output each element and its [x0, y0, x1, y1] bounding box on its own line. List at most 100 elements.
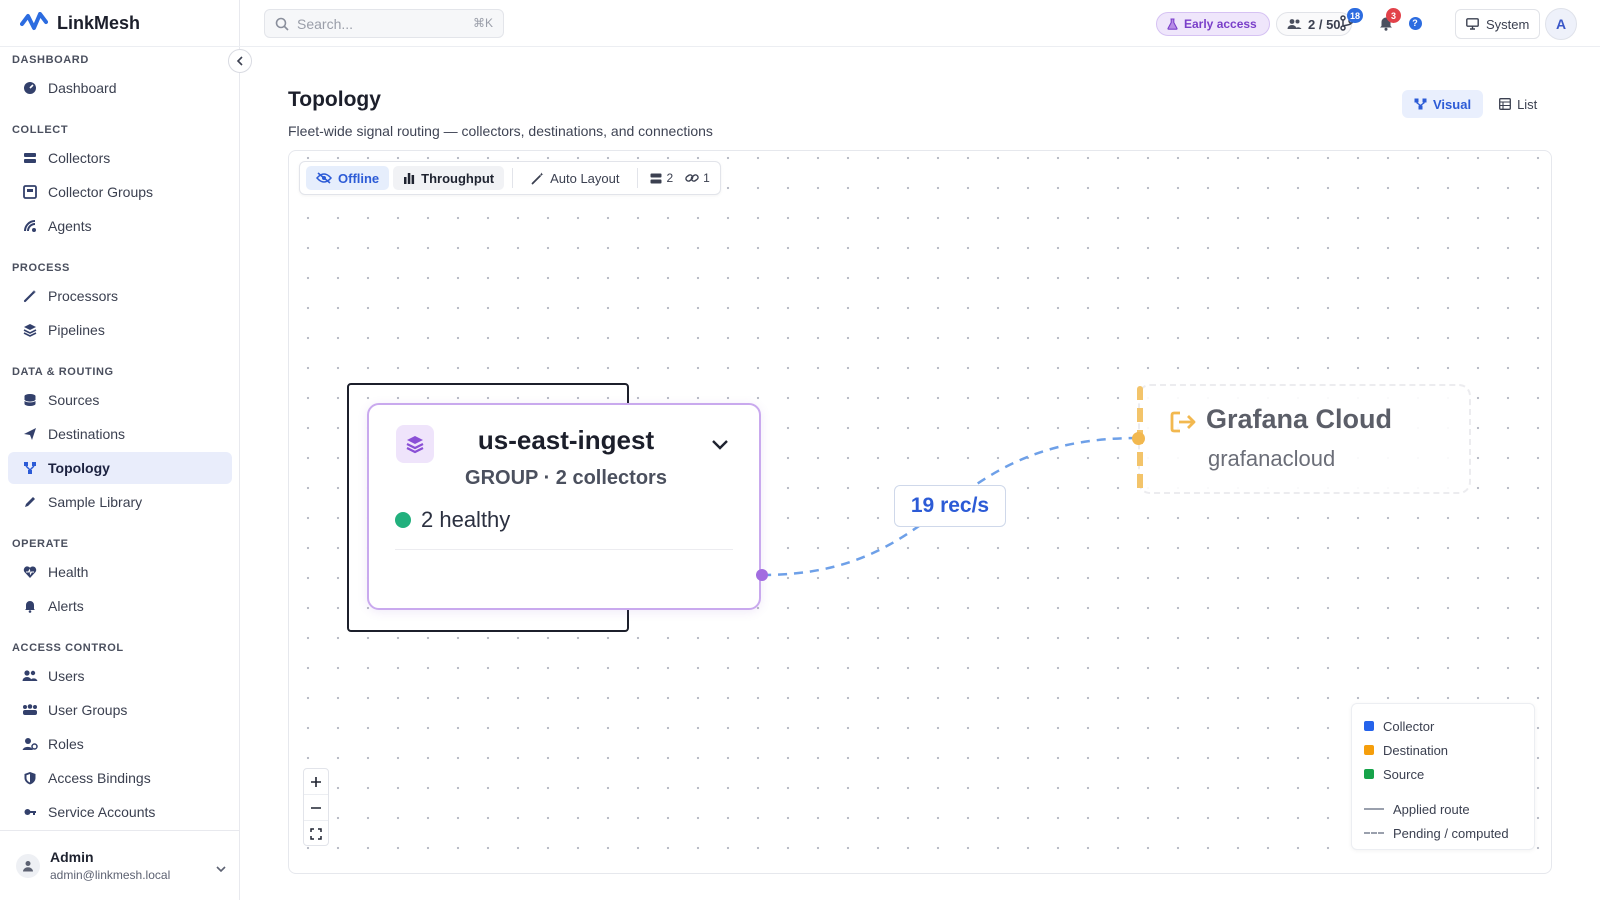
sidebar-item-label: Access Bindings	[48, 770, 151, 786]
sidebar-item-service-accounts[interactable]: Service Accounts	[8, 796, 232, 828]
group-subtitle: GROUP · 2 collectors	[465, 467, 667, 489]
view-visual-button[interactable]: Visual	[1402, 90, 1484, 118]
sidebar-item-collector-groups[interactable]: Collector Groups	[8, 176, 232, 208]
view-list-label: List	[1517, 96, 1538, 112]
sidebar-item-dashboard[interactable]: Dashboard	[8, 72, 232, 104]
sidebar-item-sources[interactable]: Sources	[8, 384, 232, 416]
heart-pulse-icon	[22, 564, 38, 580]
legend-collector: Collector	[1364, 714, 1522, 738]
sidebar-nav: DASHBOARD Dashboard COLLECT Collectors C…	[8, 50, 232, 828]
role-icon	[22, 736, 38, 752]
nav-section-collect: COLLECT	[12, 124, 69, 136]
user-menu[interactable]: Admin admin@linkmesh.local	[0, 830, 240, 900]
input-port[interactable]	[1132, 432, 1145, 445]
main-content: Topology Fleet-wide signal routing — col…	[240, 48, 1600, 900]
notification-count-badge: 3	[1386, 8, 1401, 23]
early-access-badge[interactable]: Early access	[1156, 12, 1270, 36]
search-shortcut: ⌘K	[472, 16, 493, 30]
group-icon	[22, 184, 38, 200]
view-list-button[interactable]: List	[1487, 90, 1549, 118]
wand-icon	[22, 288, 38, 304]
sidebar-item-alerts[interactable]: Alerts	[8, 590, 232, 622]
send-icon	[22, 426, 38, 442]
legend-source: Source	[1364, 762, 1522, 786]
seat-count: 2 / 50	[1308, 16, 1341, 32]
sidebar-item-users[interactable]: Users	[8, 660, 232, 692]
chevron-down-icon[interactable]	[711, 437, 729, 455]
help-button[interactable]: ?	[1406, 14, 1424, 32]
sidebar: LinkMesh DASHBOARD Dashboard COLLECT Col…	[0, 0, 240, 900]
sidebar-item-label: Health	[48, 564, 89, 580]
brand[interactable]: LinkMesh	[20, 11, 140, 35]
dashboard-icon	[22, 80, 38, 96]
sidebar-item-processors[interactable]: Processors	[8, 280, 232, 312]
legend-destination: Destination	[1364, 738, 1522, 762]
sidebar-item-roles[interactable]: Roles	[8, 728, 232, 760]
sidebar-item-topology[interactable]: Topology	[8, 452, 232, 484]
logo-icon	[20, 12, 48, 30]
key-icon	[22, 804, 38, 820]
nav-section-data-routing: DATA & ROUTING	[12, 366, 114, 378]
view-toggle: Visual List	[1402, 90, 1549, 118]
sidebar-item-health[interactable]: Health	[8, 556, 232, 588]
legend-pending-route: Pending / computed	[1364, 821, 1522, 845]
destination-node[interactable]: Grafana Cloud grafanacloud	[1137, 384, 1471, 496]
fit-view-button[interactable]	[304, 821, 328, 847]
collapse-sidebar-button[interactable]	[228, 49, 252, 73]
zoom-out-button[interactable]	[304, 795, 328, 821]
pr-count-badge: 18	[1347, 8, 1364, 23]
legend: Collector Destination Source Applied rou…	[1351, 703, 1535, 850]
zoom-in-button[interactable]	[304, 769, 328, 795]
notifications-button[interactable]: 3	[1377, 8, 1401, 32]
legend-label: Applied route	[1393, 801, 1470, 817]
sidebar-item-user-groups[interactable]: User Groups	[8, 694, 232, 726]
app-name: LinkMesh	[57, 12, 141, 33]
plus-icon	[311, 776, 321, 787]
group-health-label: 2 healthy	[421, 507, 511, 532]
search-input[interactable]	[297, 15, 447, 32]
monitor-icon	[1466, 18, 1479, 30]
topology-icon	[1414, 98, 1427, 110]
sidebar-item-label: Users	[48, 668, 85, 684]
sidebar-item-label: Topology	[48, 460, 110, 476]
sidebar-item-access-bindings[interactable]: Access Bindings	[8, 762, 232, 794]
top-bar: ⌘K Early access 2 / 50 18 3 ? System A	[240, 0, 1600, 47]
sidebar-item-label: Alerts	[48, 598, 84, 614]
sidebar-item-pipelines[interactable]: Pipelines	[8, 314, 232, 346]
users-icon	[1287, 19, 1302, 29]
collector-group-node[interactable]: us-east-ingest GROUP · 2 collectors 2 he…	[367, 403, 761, 610]
fullscreen-icon	[310, 828, 322, 840]
sidebar-item-sample-library[interactable]: Sample Library	[8, 486, 232, 518]
legend-label: Destination	[1383, 742, 1449, 758]
sidebar-item-label: User Groups	[48, 702, 128, 718]
group-health: 2 healthy	[395, 507, 510, 533]
output-port[interactable]	[756, 569, 768, 581]
page-title: Topology	[288, 88, 381, 111]
layers-icon	[22, 322, 38, 338]
pull-requests-button[interactable]: 18	[1338, 8, 1364, 32]
table-icon	[1499, 98, 1512, 110]
users-icon	[22, 668, 38, 684]
pencil-icon	[22, 494, 38, 510]
sidebar-item-label: Destinations	[48, 426, 126, 442]
chevron-left-icon	[236, 56, 243, 66]
sidebar-item-agents[interactable]: Agents	[8, 210, 232, 242]
sidebar-item-label: Agents	[48, 218, 92, 234]
bell-icon	[22, 598, 38, 614]
sidebar-item-label: Dashboard	[48, 80, 117, 96]
chevron-down-icon	[216, 859, 226, 877]
nav-section-access-control: ACCESS CONTROL	[12, 642, 124, 654]
edge-rate-label: 19 rec/s	[894, 485, 1006, 527]
topology-canvas[interactable]: Offline Throughput Auto Layout 2 1 us-ea…	[288, 150, 1552, 874]
search-icon	[275, 17, 289, 31]
sidebar-item-label: Collectors	[48, 150, 111, 166]
user-name: Admin	[50, 849, 94, 865]
help-icon: ?	[1408, 16, 1422, 30]
user-avatar-button[interactable]: A	[1545, 8, 1577, 40]
sidebar-item-collectors[interactable]: Collectors	[8, 142, 232, 174]
sidebar-item-label: Sources	[48, 392, 100, 408]
nav-section-process: PROCESS	[12, 262, 70, 274]
theme-system-button[interactable]: System	[1455, 9, 1541, 39]
sidebar-item-destinations[interactable]: Destinations	[8, 418, 232, 450]
search-box[interactable]: ⌘K	[264, 9, 504, 38]
